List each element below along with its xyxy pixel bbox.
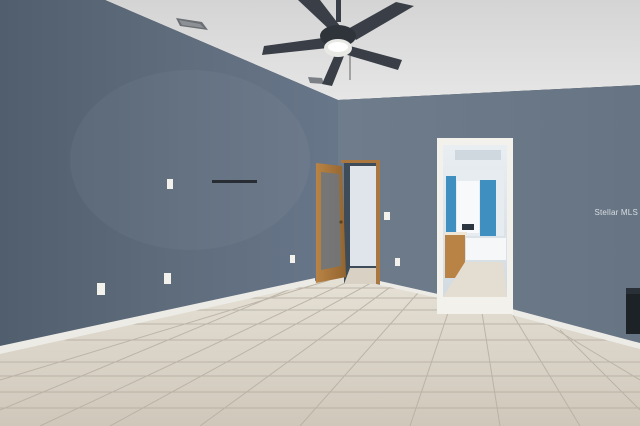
watermark: Stellar MLS bbox=[594, 208, 638, 217]
outlet-icon bbox=[97, 283, 105, 295]
outlet-icon-4 bbox=[395, 258, 400, 266]
corner-object bbox=[626, 288, 640, 334]
outlet-icon-2 bbox=[164, 273, 171, 284]
bathroom-doorway bbox=[437, 138, 513, 314]
left-wall-highlight bbox=[70, 70, 310, 250]
ceiling-vent-small bbox=[308, 77, 324, 84]
light-switch-icon-2 bbox=[384, 212, 390, 220]
room-photo bbox=[0, 0, 640, 426]
hallway-doorway bbox=[341, 160, 380, 284]
outlet-icon-3 bbox=[290, 255, 295, 263]
open-wooden-door bbox=[316, 163, 346, 283]
